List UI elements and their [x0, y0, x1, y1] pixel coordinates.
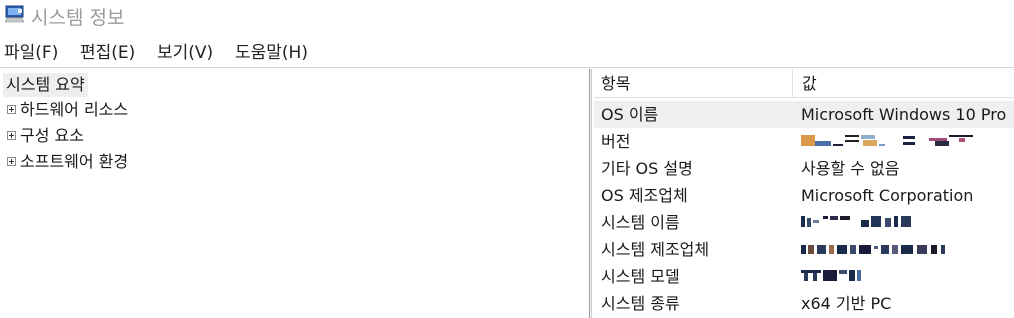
- tree-item-system-summary[interactable]: 시스템 요약: [3, 73, 88, 97]
- tree-item-label: 하드웨어 리소스: [20, 100, 129, 119]
- table-row[interactable]: OS 제조업체 Microsoft Corporation: [594, 182, 1014, 209]
- row-value: Microsoft Corporation: [801, 186, 974, 205]
- row-value: Microsoft Windows 10 Pro: [801, 105, 1007, 124]
- system-information-icon: [5, 5, 25, 23]
- expand-plus-icon[interactable]: [7, 131, 16, 140]
- tree-item-components[interactable]: 구성 요소: [7, 124, 84, 148]
- tree-item-label: 구성 요소: [20, 126, 84, 145]
- menu-separator: [0, 67, 1014, 68]
- row-item: 기타 OS 설명: [601, 159, 693, 178]
- table-row[interactable]: 시스템 제조업체: [594, 236, 1014, 263]
- title-bar: 시스템 정보: [0, 0, 1014, 30]
- table-row[interactable]: 시스템 모델: [594, 263, 1014, 290]
- table-row[interactable]: 기타 OS 설명 사용할 수 없음: [594, 155, 1014, 182]
- row-item: OS 제조업체: [601, 186, 688, 205]
- column-header-value[interactable]: 값: [793, 69, 1014, 98]
- row-item: 시스템 제조업체: [601, 240, 710, 259]
- menu-edit[interactable]: 편집(E): [80, 38, 135, 63]
- window-title: 시스템 정보: [31, 7, 125, 29]
- row-item: 시스템 이름: [601, 213, 680, 232]
- table-row[interactable]: 시스템 종류 x64 기반 PC: [594, 290, 1014, 317]
- menu-help[interactable]: 도움말(H): [235, 38, 308, 63]
- column-header-item[interactable]: 항목: [594, 69, 793, 98]
- row-item: 버전: [601, 132, 631, 151]
- tree-item-software-environment[interactable]: 소프트웨어 환경: [7, 150, 128, 174]
- row-item: OS 이름: [601, 105, 659, 124]
- menu-bar: 파일(F) 편집(E) 보기(V) 도움말(H): [0, 35, 1014, 65]
- row-value: 사용할 수 없음: [801, 159, 900, 178]
- row-item: 시스템 종류: [601, 294, 680, 313]
- row-value: x64 기반 PC: [801, 294, 892, 313]
- category-tree[interactable]: 시스템 요약 하드웨어 리소스 구성 요소 소프트웨어 환경: [0, 69, 589, 318]
- table-row[interactable]: OS 이름 Microsoft Windows 10 Pro: [594, 101, 1014, 128]
- menu-file[interactable]: 파일(F): [4, 38, 58, 63]
- details-table: 항목 값 OS 이름 Microsoft Windows 10 Pro 버전 기…: [594, 69, 1014, 318]
- expand-plus-icon[interactable]: [7, 157, 16, 166]
- row-item: 시스템 모델: [601, 267, 680, 286]
- pane-splitter[interactable]: [589, 69, 592, 318]
- expand-plus-icon[interactable]: [7, 105, 16, 114]
- table-row[interactable]: 시스템 이름: [594, 209, 1014, 236]
- tree-item-hardware-resources[interactable]: 하드웨어 리소스: [7, 98, 128, 122]
- table-row[interactable]: 버전: [594, 128, 1014, 155]
- menu-view[interactable]: 보기(V): [157, 38, 213, 63]
- tree-item-label: 소프트웨어 환경: [20, 152, 129, 171]
